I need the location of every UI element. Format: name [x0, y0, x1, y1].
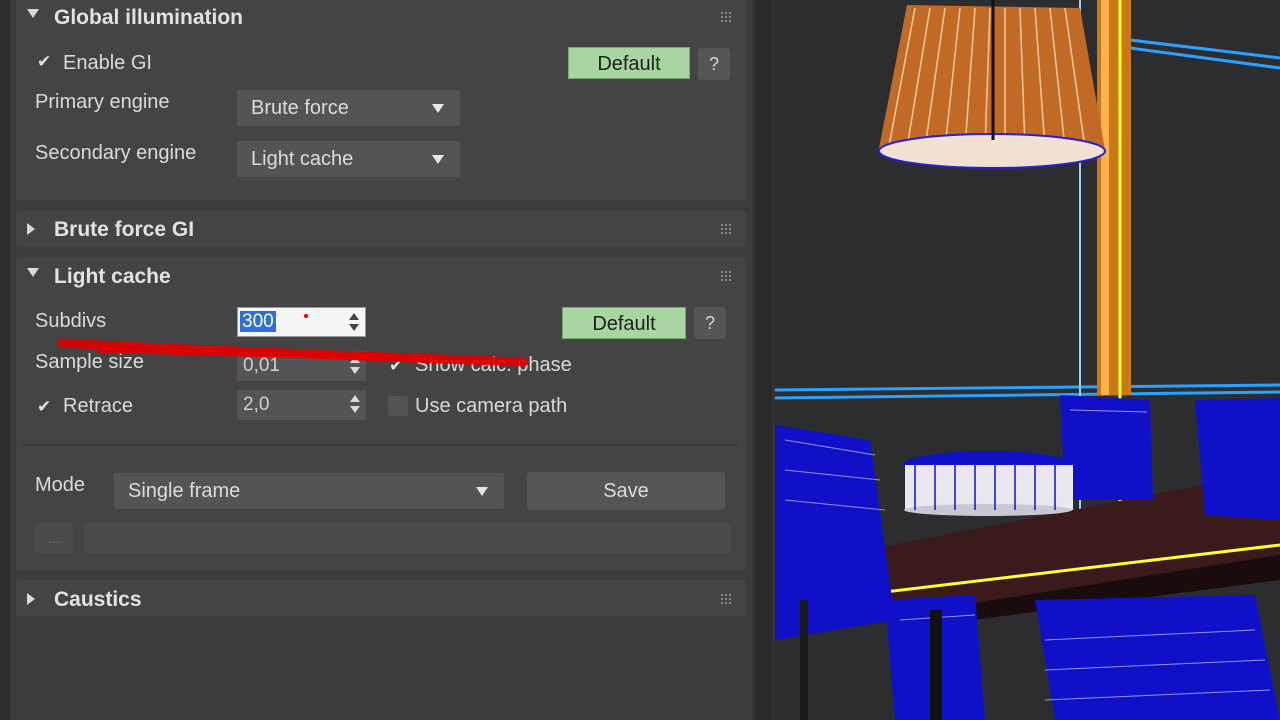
- red-annotation-stroke: [57, 314, 529, 367]
- lamp-shade: [878, 0, 1106, 169]
- scrollbar-thumb[interactable]: [755, 0, 772, 720]
- panel-scrollbar[interactable]: [752, 0, 775, 720]
- viewport-scene: [775, 0, 1280, 720]
- render-setup-panel: Global illumination ✔ Enable GI Default …: [0, 0, 775, 720]
- bowl: [903, 451, 1073, 516]
- 3d-viewport[interactable]: [775, 0, 1280, 720]
